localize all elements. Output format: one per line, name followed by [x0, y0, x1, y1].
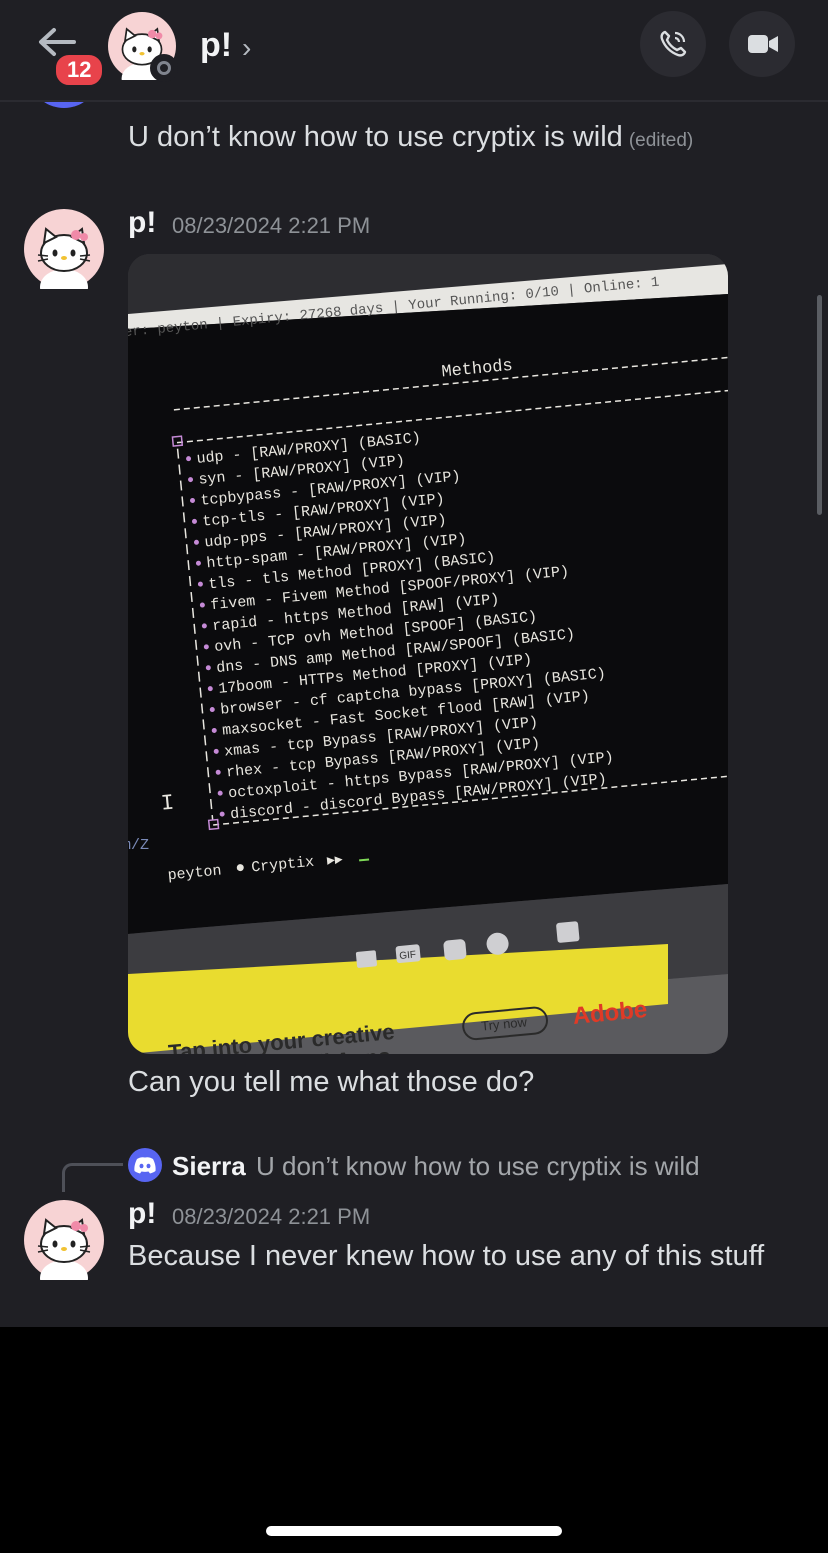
message-text: U don’t know how to use cryptix is wild(… [128, 121, 693, 154]
channel-title[interactable]: p! [200, 26, 232, 65]
prompt-arrows: ▶▶ [326, 852, 343, 868]
terminal-photo: ] User: peyton | Expiry: 27268 days | Yo… [128, 254, 728, 1054]
hello-kitty-avatar-icon [24, 1200, 104, 1296]
message-author[interactable]: p! [128, 1197, 156, 1231]
message-body: U don’t know how to use cryptix is wild [128, 121, 623, 153]
scrollbar[interactable] [817, 295, 822, 515]
chevron-right-icon[interactable]: › [242, 32, 251, 64]
hello-kitty-avatar-icon [24, 209, 104, 305]
unread-badge: 12 [53, 52, 106, 88]
message-text: Because I never knew how to use any of t… [128, 1240, 765, 1272]
avatar[interactable] [24, 209, 104, 305]
status-indicator [150, 54, 178, 82]
reply-preview[interactable]: U don’t know how to use cryptix is wild [256, 1151, 700, 1182]
side-text: m/Z [128, 837, 149, 854]
voice-call-button[interactable] [640, 11, 706, 77]
message-author[interactable]: p! [128, 206, 156, 240]
channel-header: 12 p! › [0, 0, 828, 102]
discord-icon[interactable] [128, 1148, 162, 1182]
avatar[interactable] [24, 1200, 104, 1296]
phone-icon [660, 30, 687, 57]
discord-logo-icon [134, 1157, 156, 1174]
edited-label: (edited) [628, 130, 694, 151]
video-camera-icon [748, 35, 778, 53]
video-call-button[interactable] [729, 11, 795, 77]
reply-connector [62, 1163, 123, 1192]
home-indicator[interactable] [266, 1526, 562, 1536]
message-timestamp: 08/23/2024 2:21 PM [172, 213, 371, 238]
chat-screen: 12 p! › U don’t know how to use cryptix … [0, 0, 828, 1327]
message-text: Can you tell me what those do? [128, 1066, 535, 1098]
message-timestamp: 08/23/2024 2:21 PM [172, 1204, 371, 1229]
svg-text:I: I [160, 791, 175, 817]
reply-author[interactable]: Sierra [172, 1151, 246, 1182]
gif-label: GIF [399, 949, 417, 962]
attachment-image[interactable]: ] User: peyton | Expiry: 27268 days | Yo… [128, 254, 728, 1054]
